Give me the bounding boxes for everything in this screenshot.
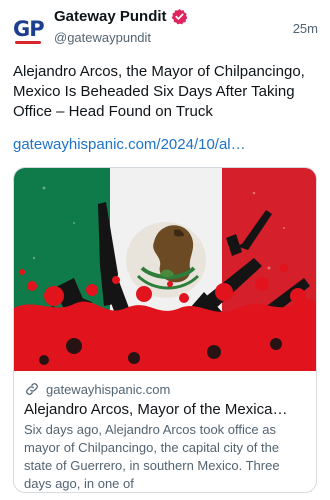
card-domain-row: gatewayhispanic.com [24,380,306,398]
tweet-link[interactable]: gatewayhispanic.com/2024/10/al… [13,135,246,155]
tweet-timestamp[interactable]: 25m [293,21,318,36]
link-icon [26,383,38,395]
tweet-text: Alejandro Arcos, the Mayor of Chilpancin… [13,63,305,120]
card-title[interactable]: Alejandro Arcos, Mayor of the Mexica… [24,400,308,420]
account-handle[interactable]: @gatewaypundit [54,30,151,45]
account-name[interactable]: Gateway Pundit [54,8,167,25]
avatar-swoosh [15,41,41,44]
card-domain: gatewayhispanic.com [46,381,171,397]
verified-badge-icon [171,9,187,25]
card-image[interactable] [14,168,316,371]
avatar-logo-text: GP [13,17,45,41]
eagle-emblem-icon [126,222,206,298]
card-body[interactable]: gatewayhispanic.com Alejandro Arcos, May… [14,371,316,492]
tweet-header: GP Gateway Pundit @gatewaypundit 25m [0,0,330,52]
account-avatar[interactable]: GP [13,15,45,45]
account-name-row: Gateway Pundit [54,8,188,25]
link-preview-card[interactable]: gatewayhispanic.com Alejandro Arcos, May… [13,167,317,493]
card-description: Six days ago, Alejandro Arcos took offic… [24,422,280,491]
